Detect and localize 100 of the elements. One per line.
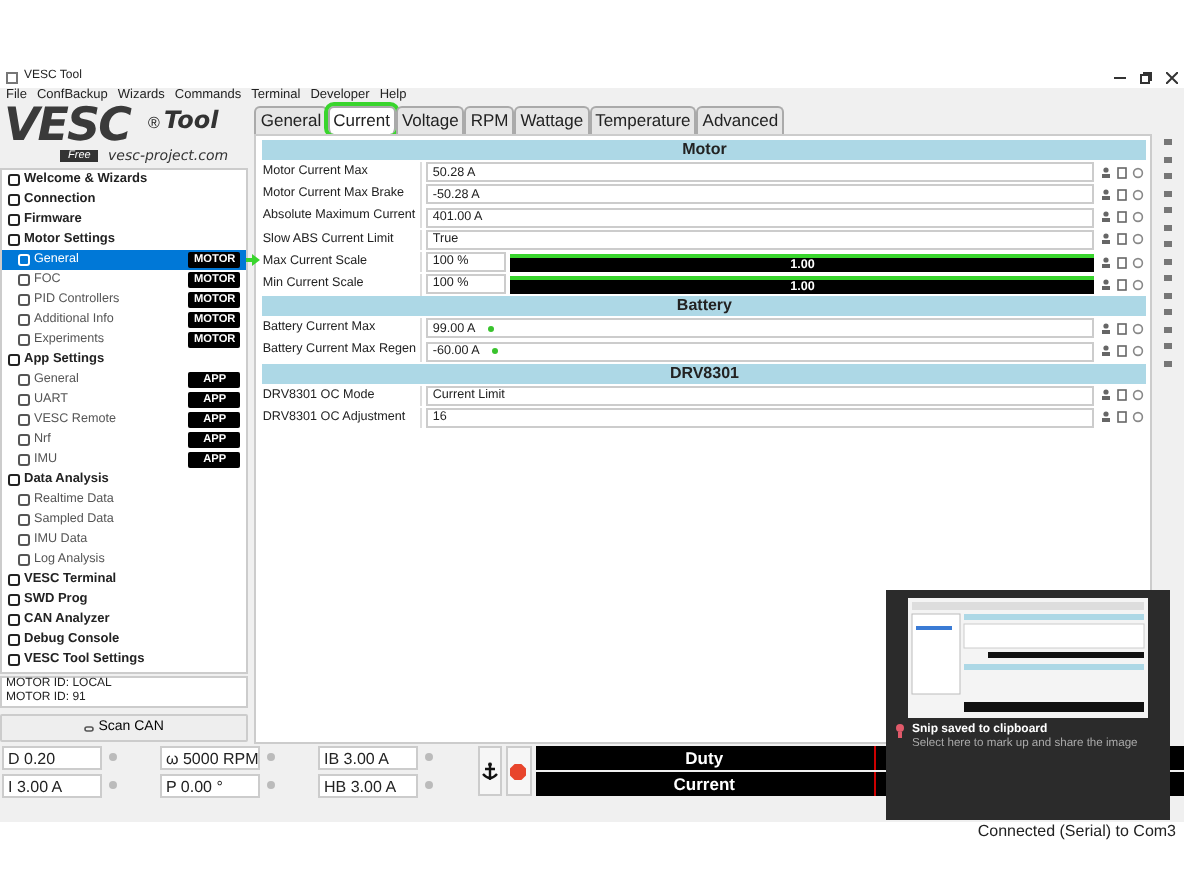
section-header: Battery [262, 296, 1147, 317]
square-icon [8, 654, 20, 666]
stop-icon [510, 763, 527, 779]
square-icon [18, 374, 30, 386]
section-header: Motor [262, 140, 1147, 160]
circle-icon [1131, 388, 1144, 403]
tool-button[interactable] [1098, 409, 1113, 426]
square-icon [8, 214, 20, 226]
person-icon [1099, 165, 1112, 180]
value-field[interactable]: IB 3.00 A [318, 745, 418, 769]
restore-icon[interactable] [1140, 71, 1152, 83]
person-icon [1099, 187, 1112, 202]
stop-button[interactable] [506, 746, 532, 796]
link-icon [84, 725, 95, 731]
tool-button[interactable] [1098, 209, 1113, 226]
square-icon [8, 574, 20, 586]
circle-icon [1131, 187, 1144, 202]
square-icon [18, 494, 30, 506]
tab[interactable]: General [254, 106, 328, 134]
circle-icon [1131, 210, 1144, 225]
person-icon [1099, 388, 1112, 403]
tab[interactable]: Advanced [696, 106, 785, 134]
square-icon [18, 314, 30, 326]
tool-button[interactable] [1130, 409, 1145, 426]
circle-icon [1131, 232, 1144, 247]
tool-button[interactable] [1114, 231, 1129, 248]
tool-button[interactable] [1130, 387, 1145, 404]
square-icon [18, 434, 30, 446]
square-icon [18, 454, 30, 466]
close-icon[interactable] [1166, 71, 1178, 83]
minimize-icon[interactable] [1114, 71, 1126, 83]
square-icon [18, 534, 30, 546]
circle-icon [424, 780, 435, 790]
tool-button[interactable] [1130, 186, 1145, 203]
square-icon [8, 354, 20, 366]
value-field[interactable]: HB 3.00 A [318, 773, 418, 797]
tool-button[interactable] [1130, 276, 1145, 293]
circle-icon [1131, 255, 1144, 270]
tool-button[interactable] [1130, 343, 1145, 360]
tool-button[interactable] [1098, 276, 1113, 293]
tool-button[interactable] [1098, 320, 1113, 337]
square-icon [18, 554, 30, 566]
logo-wordmark: VESC [4, 104, 130, 148]
tool-button[interactable] [1114, 387, 1129, 404]
tab[interactable]: Current [327, 106, 396, 134]
person-icon [1099, 277, 1112, 292]
person-icon [1099, 410, 1112, 425]
circle-icon [266, 752, 277, 762]
value-field[interactable]: ω 5000 RPM [160, 745, 260, 769]
circle-icon [424, 752, 435, 762]
tool-button[interactable] [1098, 387, 1113, 404]
tool-button[interactable] [1130, 209, 1145, 226]
tool-button[interactable] [1098, 164, 1113, 181]
square-icon [18, 294, 30, 306]
logo-product: Tool [164, 106, 219, 134]
tool-button[interactable] [1130, 254, 1145, 271]
person-icon [1099, 321, 1112, 336]
square-icon [8, 614, 20, 626]
tool-button[interactable] [1114, 343, 1129, 360]
app-icon [6, 71, 18, 83]
tool-button[interactable] [1114, 254, 1129, 271]
anchor-button[interactable] [478, 746, 503, 796]
tab[interactable]: Wattage [514, 106, 590, 134]
section-header: DRV8301 [262, 363, 1147, 383]
circle-icon [1131, 344, 1144, 359]
square-icon [8, 594, 20, 606]
tab[interactable]: Temperature [589, 106, 697, 134]
tool-button[interactable] [1114, 409, 1129, 426]
square-icon [8, 234, 20, 246]
square-icon [18, 514, 30, 526]
tool-button[interactable] [1130, 320, 1145, 337]
value-field[interactable]: D 0.20 [2, 745, 102, 769]
anchor-icon [482, 762, 499, 780]
tool-button[interactable] [1098, 343, 1113, 360]
square-icon [18, 394, 30, 406]
circle-icon [1131, 165, 1144, 180]
tab[interactable]: Voltage [395, 106, 465, 134]
tool-button[interactable] [1098, 186, 1113, 203]
tool-button[interactable] [1098, 231, 1113, 248]
value-field[interactable]: I 3.00 A [2, 773, 102, 797]
square-icon [8, 174, 20, 186]
circle-icon [1131, 321, 1144, 336]
square-icon [8, 194, 20, 206]
tool-button[interactable] [1114, 186, 1129, 203]
tool-button[interactable] [1114, 209, 1129, 226]
connection-status: Connected (Serial) to Com3 [977, 822, 1176, 842]
square-icon [18, 254, 30, 266]
tool-button[interactable] [1130, 164, 1145, 181]
person-icon [1099, 210, 1112, 225]
tool-button[interactable] [1098, 254, 1113, 271]
square-icon [18, 274, 30, 286]
square-icon [8, 474, 20, 486]
tab[interactable]: RPM [464, 106, 515, 134]
tool-button[interactable] [1114, 320, 1129, 337]
circle-icon [108, 752, 119, 762]
tool-button[interactable] [1114, 276, 1129, 293]
value-field[interactable]: P 0.00 ° [160, 773, 260, 797]
tool-button[interactable] [1114, 164, 1129, 181]
circle-icon [108, 780, 119, 790]
tool-button[interactable] [1130, 231, 1145, 248]
